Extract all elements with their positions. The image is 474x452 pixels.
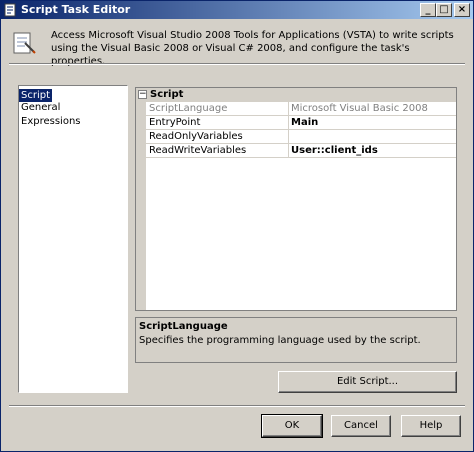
- property-row-entrypoint[interactable]: EntryPoint Main: [146, 116, 456, 130]
- column-divider: [288, 130, 289, 144]
- header-separator: [9, 63, 465, 65]
- title-bar[interactable]: Script Task Editor _ □ ×: [1, 1, 473, 19]
- nav-item-expressions[interactable]: Expressions: [19, 115, 83, 128]
- close-button[interactable]: ×: [454, 3, 470, 17]
- description-title: ScriptLanguage: [139, 321, 228, 332]
- property-name: ReadWriteVariables: [149, 145, 247, 156]
- nav-list: [18, 85, 128, 393]
- edit-script-button[interactable]: Edit Script...: [278, 371, 457, 393]
- property-name: ScriptLanguage: [149, 103, 228, 114]
- description-text: Specifies the programming language used …: [139, 335, 421, 346]
- nav-item-general[interactable]: General: [19, 101, 62, 114]
- property-row-scriptlanguage[interactable]: ScriptLanguage Microsoft Visual Basic 20…: [146, 102, 456, 116]
- column-divider: [288, 102, 289, 116]
- property-name: EntryPoint: [149, 117, 201, 128]
- column-divider: [288, 116, 289, 130]
- property-value: Microsoft Visual Basic 2008: [291, 103, 428, 114]
- grid-gutter: [136, 88, 146, 310]
- property-value[interactable]: User::client_ids: [291, 144, 378, 157]
- footer-separator: [9, 405, 465, 407]
- cancel-button[interactable]: Cancel: [331, 415, 391, 437]
- category-label: Script: [150, 89, 184, 100]
- script-document-icon: [13, 32, 36, 54]
- collapse-icon[interactable]: −: [138, 90, 147, 99]
- maximize-button[interactable]: □: [436, 3, 452, 17]
- property-value[interactable]: Main: [291, 116, 318, 129]
- property-grid: − Script ScriptLanguage Microsoft Visual…: [135, 87, 457, 311]
- property-name: ReadOnlyVariables: [149, 131, 243, 142]
- window-title: Script Task Editor: [21, 3, 131, 16]
- script-task-app-icon: [4, 3, 16, 17]
- description-panel: ScriptLanguage Specifies the programming…: [135, 317, 457, 363]
- column-divider: [288, 144, 289, 158]
- minimize-button[interactable]: _: [420, 3, 436, 17]
- help-button[interactable]: Help: [401, 415, 461, 437]
- property-row-readwritevariables[interactable]: ReadWriteVariables User::client_ids: [146, 144, 456, 158]
- ok-button[interactable]: OK: [261, 414, 323, 438]
- property-row-readonlyvariables[interactable]: ReadOnlyVariables: [146, 130, 456, 144]
- script-task-editor-window: Script Task Editor _ □ × Access Microsof…: [0, 0, 474, 452]
- category-header-script[interactable]: − Script: [136, 88, 456, 102]
